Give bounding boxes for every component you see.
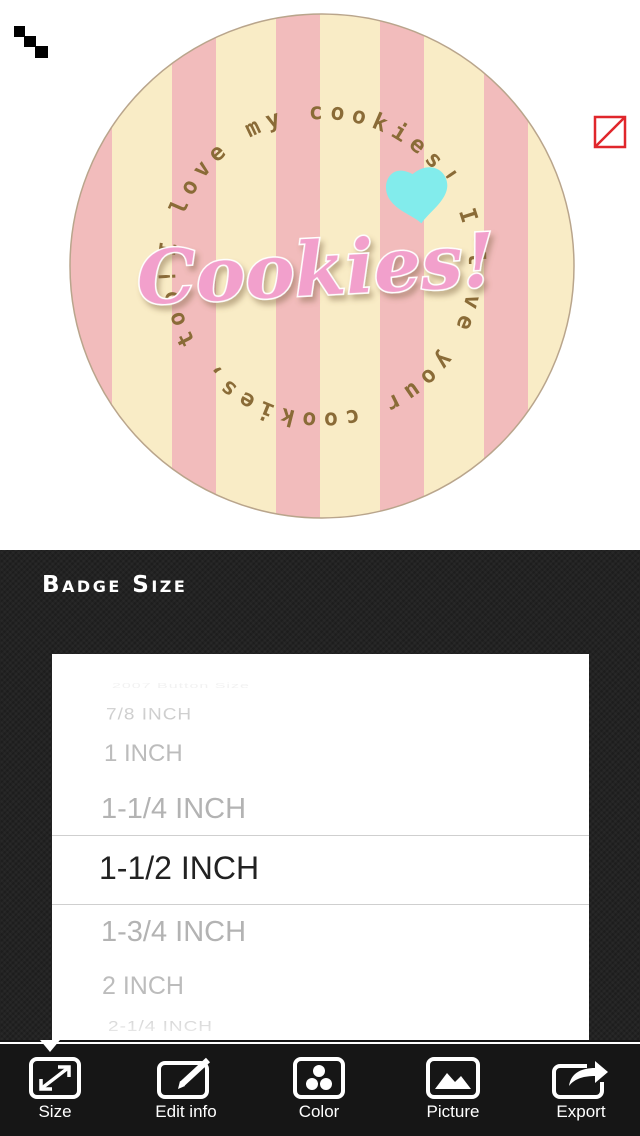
share-arrow-icon [552, 1061, 608, 1099]
color-dots-icon [293, 1057, 345, 1099]
tab-label: Edit info [155, 1102, 217, 1121]
pencil-icon [157, 1057, 211, 1099]
picker-option[interactable]: 2-1/4 INCH [108, 1018, 589, 1036]
size-picker[interactable]: 2007 Button Size 7/8 INCH 1 INCH 1-1/4 I… [52, 654, 589, 1050]
tab-bar-divider [0, 1042, 640, 1044]
badge-canvas: I love my cookies! I love your cookies, … [0, 0, 640, 550]
tab-size[interactable]: Size [0, 1056, 110, 1134]
tab-color[interactable]: Color [264, 1056, 374, 1134]
delete-box-icon[interactable] [593, 115, 627, 149]
picker-option[interactable]: 1-3/4 INCH [101, 916, 589, 949]
tab-label: Size [38, 1102, 72, 1121]
tab-edit-info[interactable]: Edit info [131, 1056, 241, 1134]
active-tab-pointer [40, 1040, 60, 1052]
picker-selected-option[interactable]: 1-1/2 INCH [99, 850, 589, 887]
tab-label: Export [556, 1102, 606, 1121]
picker-selection-divider [52, 835, 589, 836]
resize-icon [29, 1057, 81, 1099]
move-handle-icon[interactable] [14, 26, 48, 58]
landscape-icon [426, 1057, 480, 1099]
panel-title: Badge Size [42, 572, 188, 598]
picker-option[interactable]: 2 INCH [102, 972, 589, 1001]
picker-option[interactable]: 7/8 INCH [106, 706, 589, 725]
picker-option[interactable]: 1-1/4 INCH [101, 793, 589, 826]
tab-label: Color [298, 1102, 340, 1121]
tab-picture[interactable]: Picture [398, 1056, 508, 1134]
settings-panel: Badge Size 2007 Button Size 7/8 INCH 1 I… [0, 550, 640, 1050]
tab-export[interactable]: Export [526, 1056, 636, 1134]
badge-preview[interactable]: I love my cookies! I love your cookies, … [68, 12, 576, 520]
picker-selection-divider [52, 904, 589, 905]
picker-option[interactable]: 2007 Button Size [112, 682, 589, 690]
picker-option[interactable]: 1 INCH [104, 740, 589, 768]
tab-label: Picture [426, 1102, 480, 1121]
